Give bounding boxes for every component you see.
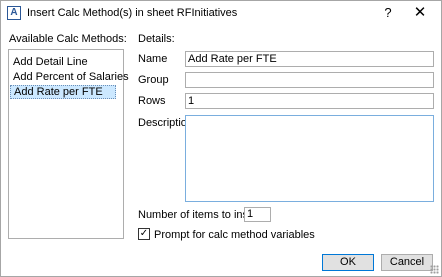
- cancel-button[interactable]: Cancel: [381, 254, 433, 271]
- prompt-variables-checkbox[interactable]: ✓: [138, 228, 150, 240]
- title-bar: A Insert Calc Method(s) in sheet RFIniti…: [1, 1, 441, 27]
- list-item-selected[interactable]: Add Rate per FTE: [10, 85, 116, 99]
- close-button[interactable]: ✕: [409, 3, 431, 23]
- rows-label: Rows: [138, 95, 166, 107]
- list-item[interactable]: Add Percent of Salaries: [10, 70, 129, 84]
- available-calc-methods-heading: Available Calc Methods:: [9, 33, 127, 45]
- description-field[interactable]: [185, 115, 434, 202]
- insert-calc-method-dialog: A Insert Calc Method(s) in sheet RFIniti…: [0, 0, 442, 277]
- checkmark-icon: ✓: [139, 228, 149, 239]
- help-button[interactable]: ?: [377, 3, 399, 23]
- app-logo-icon: A: [7, 6, 21, 20]
- details-heading: Details:: [138, 33, 175, 45]
- name-field[interactable]: Add Rate per FTE: [185, 51, 434, 67]
- calc-methods-list[interactable]: Add Detail Line Add Percent of Salaries …: [8, 49, 129, 239]
- ok-button[interactable]: OK: [322, 254, 374, 271]
- group-label: Group: [138, 74, 169, 86]
- resize-grip-icon[interactable]: [430, 265, 439, 274]
- group-field[interactable]: [185, 72, 434, 88]
- prompt-variables-label: Prompt for calc method variables: [154, 229, 315, 241]
- list-item[interactable]: Add Detail Line: [10, 55, 116, 69]
- rows-field[interactable]: 1: [185, 93, 434, 109]
- name-label: Name: [138, 53, 168, 65]
- window-title: Insert Calc Method(s) in sheet RFInitiat…: [27, 7, 238, 19]
- items-to-insert-field[interactable]: 1: [244, 207, 271, 222]
